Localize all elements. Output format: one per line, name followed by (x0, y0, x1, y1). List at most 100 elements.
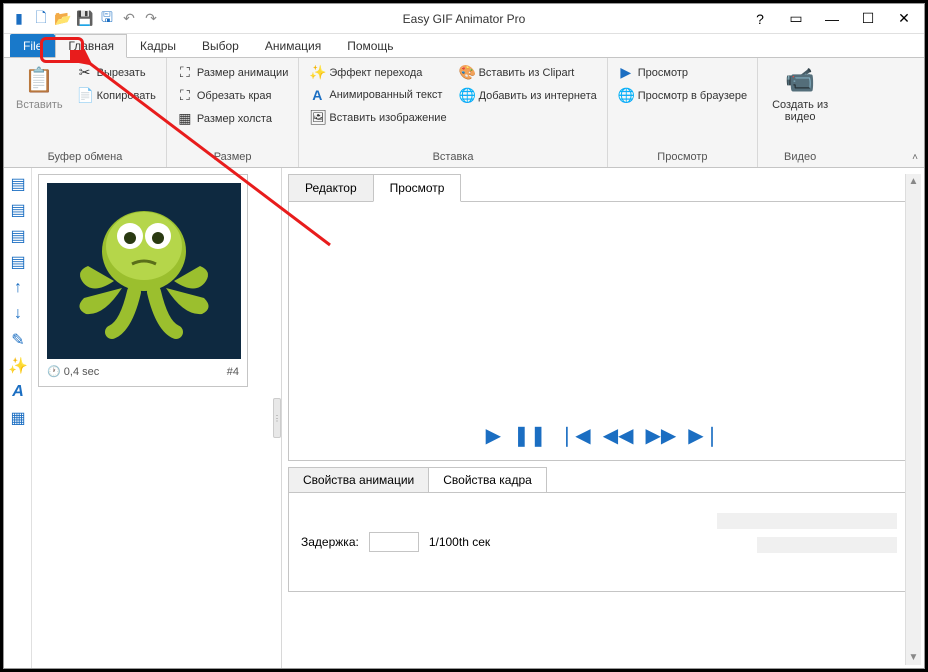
tab-file[interactable]: File (10, 34, 55, 57)
close-icon[interactable]: ✕ (890, 9, 918, 29)
frame-index: #4 (227, 366, 239, 378)
ribbon-options-icon[interactable]: ▭ (782, 9, 810, 29)
clipart-button[interactable]: 🎨Вставить из Clipart (455, 62, 601, 83)
frame-props-panel: Задержка: 1/100th сек (288, 492, 918, 592)
maximize-icon[interactable]: ☐ (854, 9, 882, 29)
tab-main[interactable]: Главная (55, 34, 127, 58)
props-tab-strip: Свойства анимации Свойства кадра (288, 467, 918, 493)
quick-access-toolbar: ▮ 🗋 📂 💾 🖫 ↶ ↷ (10, 10, 160, 28)
text-tool-icon[interactable]: A (8, 382, 28, 402)
tab-anim-props[interactable]: Свойства анимации (288, 467, 429, 493)
crop-icon: ⛶ (177, 87, 193, 104)
frames-panel: 🕐 0,4 sec #4 ⋮ (32, 168, 282, 668)
new-doc-icon[interactable]: 🗋 (32, 10, 50, 28)
clock-icon: 🕐 (47, 366, 61, 378)
tab-animation[interactable]: Анимация (252, 34, 334, 57)
preview-pane: ▶ ❚❚ ❘◀ ◀◀ ▶▶ ▶❘ (288, 201, 918, 461)
paste-label: Вставить (16, 99, 63, 111)
last-frame-button[interactable]: ▶❘ (688, 423, 720, 448)
frame-meta: 🕐 0,4 sec #4 (47, 365, 239, 378)
frame-thumbnail (47, 183, 241, 359)
tab-frame-props[interactable]: Свойства кадра (428, 467, 547, 493)
tab-frames[interactable]: Кадры (127, 34, 189, 57)
image-icon: 🖼 (309, 109, 325, 126)
copy-icon: 📄 (77, 87, 93, 104)
player-controls: ▶ ❚❚ ❘◀ ◀◀ ▶▶ ▶❘ (289, 423, 917, 448)
delay-input[interactable] (369, 532, 419, 552)
from-internet-button[interactable]: 🌐Добавить из интернета (455, 85, 601, 106)
ribbon-group-video: 📹 Создать из видео Видео (758, 58, 842, 167)
edit-icon[interactable]: ✎ (8, 330, 28, 350)
ribbon-group-clipboard: 📋 Вставить ✂Вырезать 📄Копировать Буфер о… (4, 58, 167, 167)
first-frame-button[interactable]: ❘◀ (559, 423, 591, 448)
scroll-down-icon[interactable]: ▼ (909, 652, 919, 663)
octopus-image (64, 196, 224, 346)
editor-tab-strip: Редактор Просмотр (288, 174, 918, 202)
delete-frame-icon[interactable]: ▤ (8, 226, 28, 246)
ribbon-group-insert: ✨Эффект перехода AАнимированный текст 🖼В… (299, 58, 607, 167)
ribbon: 📋 Вставить ✂Вырезать 📄Копировать Буфер о… (4, 58, 924, 168)
scroll-up-icon[interactable]: ▲ (909, 176, 919, 187)
browser-icon: 🌐 (618, 87, 634, 104)
tab-help[interactable]: Помощь (334, 34, 406, 57)
side-toolbar: ▤ ▤ ▤ ▤ ↑ ↓ ✎ ✨ A ▦ (4, 168, 32, 668)
text-icon: A (309, 87, 325, 103)
pause-button[interactable]: ❚❚ (513, 423, 547, 448)
play-button[interactable]: ▶ (486, 423, 501, 448)
workspace: ▤ ▤ ▤ ▤ ↑ ↓ ✎ ✨ A ▦ (4, 168, 924, 668)
undo-icon[interactable]: ↶ (120, 10, 138, 28)
redo-icon[interactable]: ↷ (142, 10, 160, 28)
insert-group-title: Вставка (305, 149, 600, 165)
save-icon[interactable]: 💾 (76, 10, 94, 28)
app-title: Easy GIF Animator Pro (403, 12, 526, 26)
delay-unit: 1/100th сек (429, 535, 490, 549)
save-as-icon[interactable]: 🖫 (98, 10, 116, 28)
open-folder-icon[interactable]: 📂 (54, 10, 72, 28)
clipboard-group-title: Буфер обмена (10, 149, 160, 165)
tab-selection[interactable]: Выбор (189, 34, 252, 57)
anim-size-button[interactable]: ⛶Размер анимации (173, 62, 292, 83)
placeholder-blocks (717, 513, 897, 553)
collapse-ribbon-icon[interactable]: ˄ (912, 152, 918, 163)
duplicate-frame-icon[interactable]: ▤ (8, 252, 28, 272)
size-group-title: Размер (173, 149, 292, 165)
preview-browser-button[interactable]: 🌐Просмотр в браузере (614, 85, 751, 106)
add-frame-plus-icon[interactable]: ▤ (8, 200, 28, 220)
canvas-size-button[interactable]: ▦Размер холста (173, 108, 292, 129)
from-video-label: Создать из видео (770, 99, 830, 123)
move-up-icon[interactable]: ↑ (8, 278, 28, 298)
crop-button[interactable]: ⛶Обрезать края (173, 85, 292, 106)
resize-icon: ⛶ (177, 64, 193, 81)
from-video-button[interactable]: 📹 Создать из видео (764, 62, 836, 127)
transition-button[interactable]: ✨Эффект перехода (305, 62, 450, 83)
ribbon-group-size: ⛶Размер анимации ⛶Обрезать края ▦Размер … (167, 58, 299, 167)
animtext-button[interactable]: AАнимированный текст (305, 85, 450, 105)
grid-tool-icon[interactable]: ▦ (8, 408, 28, 428)
help-icon[interactable]: ? (746, 9, 774, 29)
frame-card[interactable]: 🕐 0,4 sec #4 (38, 174, 248, 387)
clipart-icon: 🎨 (459, 64, 475, 81)
vertical-scrollbar[interactable]: ▲ ▼ (905, 174, 921, 665)
move-down-icon[interactable]: ↓ (8, 304, 28, 324)
tab-preview[interactable]: Просмотр (373, 174, 462, 202)
tab-editor[interactable]: Редактор (288, 174, 374, 202)
paste-button[interactable]: 📋 Вставить (10, 62, 69, 115)
cut-button[interactable]: ✂Вырезать (73, 62, 160, 83)
copy-button[interactable]: 📄Копировать (73, 85, 160, 106)
wand-tool-icon[interactable]: ✨ (8, 356, 28, 376)
film-icon[interactable]: ▮ (10, 10, 28, 28)
scissors-icon: ✂ (77, 64, 93, 81)
add-frame-icon[interactable]: ▤ (8, 174, 28, 194)
rewind-button[interactable]: ◀◀ (603, 423, 634, 448)
splitter-handle[interactable]: ⋮ (273, 398, 281, 438)
app-window: ▮ 🗋 📂 💾 🖫 ↶ ↷ Easy GIF Animator Pro ? ▭ … (3, 3, 925, 669)
titlebar: ▮ 🗋 📂 💾 🖫 ↶ ↷ Easy GIF Animator Pro ? ▭ … (4, 4, 924, 34)
minimize-icon[interactable]: — (818, 9, 846, 29)
editor-area: Редактор Просмотр ▶ ❚❚ ❘◀ ◀◀ ▶▶ ▶❘ (282, 168, 924, 668)
globe-icon: 🌐 (459, 87, 475, 104)
clipboard-icon: 📋 (24, 66, 54, 95)
ribbon-tab-strip: File Главная Кадры Выбор Анимация Помощь (4, 34, 924, 58)
insert-image-button[interactable]: 🖼Вставить изображение (305, 107, 450, 128)
forward-button[interactable]: ▶▶ (645, 423, 676, 448)
preview-button[interactable]: ▶Просмотр (614, 62, 751, 83)
